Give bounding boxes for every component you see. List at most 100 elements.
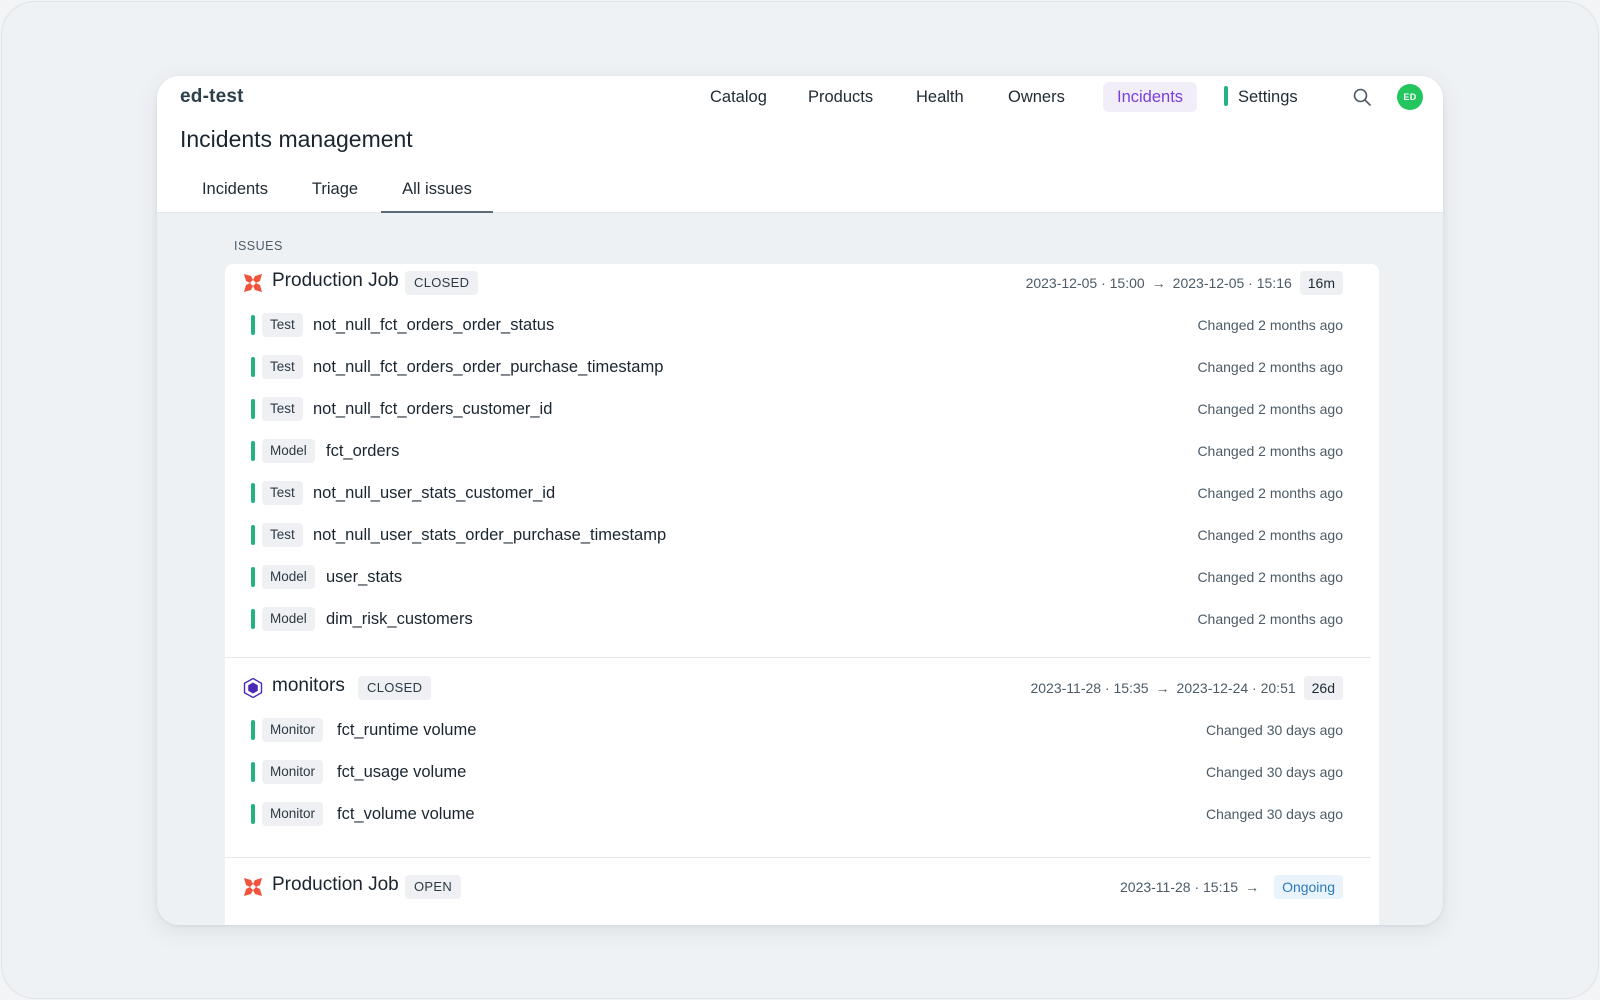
page-tabs: Incidents Triage All issues <box>157 173 1443 213</box>
changed-time: Changed 2 months ago <box>1197 611 1343 627</box>
settings-status-bar <box>1224 86 1228 107</box>
issue-group-name: Production Job <box>272 874 399 895</box>
nav-item-owners[interactable]: Owners <box>994 82 1079 112</box>
group-divider <box>225 857 1371 858</box>
asset-type-badge: Model <box>262 565 315 589</box>
status-bar <box>251 525 255 545</box>
list-item[interactable]: Test not_null_user_stats_order_purchase_t… <box>225 514 1379 556</box>
list-item[interactable]: Model user_stats Changed 2 months ago <box>225 556 1379 598</box>
production-job-icon <box>244 878 262 896</box>
list-item[interactable]: Test not_null_fct_orders_order_purchase_t… <box>225 346 1379 388</box>
list-item[interactable]: Monitor fct_runtime volume Changed 30 days… <box>225 709 1379 751</box>
asset-type-badge: Model <box>262 607 315 631</box>
status-bar <box>251 762 255 782</box>
asset-type-badge: Test <box>262 397 303 421</box>
changed-time: Changed 2 months ago <box>1197 527 1343 543</box>
changed-time: Changed 2 months ago <box>1197 359 1343 375</box>
asset-name: not_null_fct_orders_order_purchase_times… <box>313 358 664 376</box>
duration-badge: 26d <box>1303 676 1343 700</box>
changed-time: Changed 2 months ago <box>1197 569 1343 585</box>
status-badge: CLOSED <box>405 271 479 295</box>
asset-type-badge: Monitor <box>262 802 324 826</box>
changed-time: Changed 30 days ago <box>1206 806 1343 822</box>
list-item[interactable]: Model dim_risk_customers Changed 2 months … <box>225 598 1379 640</box>
asset-type-badge: Test <box>262 355 303 379</box>
status-badge: CLOSED <box>358 676 432 700</box>
asset-name: user_stats <box>326 568 403 586</box>
list-item[interactable]: Test not_null_user_stats_customer_id Chang… <box>225 472 1379 514</box>
issue-group-header[interactable]: Production Job OPEN 2023-11-28 · 15:15 → O… <box>225 868 1379 906</box>
asset-type-badge: Monitor <box>262 718 324 742</box>
asset-name: dim_risk_customers <box>326 610 473 628</box>
list-item[interactable]: Test not_null_fct_orders_order_status Chan… <box>225 304 1379 346</box>
asset-name: fct_runtime volume <box>337 721 477 739</box>
changed-time: Changed 2 months ago <box>1197 401 1343 417</box>
issue-start-time: 2023-12-05 · 15:00 <box>1025 275 1145 291</box>
changed-time: Changed 30 days ago <box>1206 764 1343 780</box>
asset-name: fct_usage volume <box>337 763 467 781</box>
duration-badge: 16m <box>1299 271 1343 295</box>
asset-type-badge: Model <box>262 439 315 463</box>
status-bar <box>251 483 255 503</box>
asset-name: not_null_fct_orders_customer_id <box>313 400 553 418</box>
asset-type-badge: Test <box>262 523 303 547</box>
asset-type-badge: Test <box>262 481 303 505</box>
production-job-icon <box>244 274 262 292</box>
tab-triage[interactable]: Triage <box>291 173 379 213</box>
issue-group-header[interactable]: monitors CLOSED 2023-11-28 · 15:35 → 2023-… <box>225 669 1379 707</box>
group-divider <box>225 657 1371 658</box>
asset-type-badge: Test <box>262 313 303 337</box>
tab-incidents[interactable]: Incidents <box>179 173 291 213</box>
changed-time: Changed 2 months ago <box>1197 443 1343 459</box>
ongoing-badge: Ongoing <box>1274 875 1343 899</box>
status-badge: OPEN <box>405 875 462 899</box>
top-nav: Catalog Products Health Owners Incidents… <box>157 82 1443 112</box>
issue-time-range: 2023-11-28 · 15:15 → Ongoing <box>1120 875 1343 899</box>
status-bar <box>251 609 255 629</box>
issue-group-name: monitors <box>272 675 345 696</box>
arrow-right-icon: → <box>1151 275 1166 291</box>
section-label: ISSUES <box>234 239 283 253</box>
list-item[interactable]: Test not_null_fct_orders_customer_id Chang… <box>225 388 1379 430</box>
changed-time: Changed 2 months ago <box>1197 317 1343 333</box>
asset-name: not_null_fct_orders_order_status <box>313 316 555 334</box>
issue-group-header[interactable]: Production Job CLOSED 2023-12-05 · 15:00… <box>225 264 1379 302</box>
asset-type-badge: Monitor <box>262 760 324 784</box>
asset-name: fct_volume volume <box>337 805 475 823</box>
nav-item-settings[interactable]: Settings <box>1210 82 1312 112</box>
nav-item-products[interactable]: Products <box>794 82 887 112</box>
status-bar <box>251 441 255 461</box>
status-bar <box>251 720 255 740</box>
issue-time-range: 2023-12-05 · 15:00 → 2023-12-05 · 15:16 16m <box>1026 271 1343 295</box>
status-bar <box>251 804 255 824</box>
asset-name: not_null_user_stats_order_purchase_times… <box>313 526 667 544</box>
monitor-hexagon-icon <box>243 677 263 699</box>
search-icon[interactable] <box>1352 87 1372 107</box>
changed-time: Changed 2 months ago <box>1197 485 1343 501</box>
issue-start-time: 2023-11-28 · 15:15 <box>1120 879 1239 895</box>
list-item[interactable]: Monitor fct_usage volume Changed 30 days a… <box>225 751 1379 793</box>
nav-item-catalog[interactable]: Catalog <box>696 82 781 112</box>
nav-item-health[interactable]: Health <box>902 82 978 112</box>
asset-name: fct_orders <box>326 442 400 460</box>
status-bar <box>251 357 255 377</box>
changed-time: Changed 30 days ago <box>1206 722 1343 738</box>
tab-all-issues[interactable]: All issues <box>381 173 493 213</box>
user-avatar[interactable]: ED <box>1397 84 1423 110</box>
status-bar <box>251 315 255 335</box>
status-bar <box>251 399 255 419</box>
list-item[interactable]: Model fct_orders Changed 2 months ago <box>225 430 1379 472</box>
issues-list: Production Job CLOSED 2023-12-05 · 15:00… <box>225 264 1379 925</box>
issue-start-time: 2023-11-28 · 15:35 <box>1030 680 1149 696</box>
list-item[interactable]: Monitor fct_volume volume Changed 30 days … <box>225 793 1379 835</box>
issue-end-time: 2023-12-05 · 15:16 <box>1172 275 1292 291</box>
arrow-right-icon: → <box>1245 879 1260 895</box>
status-bar <box>251 567 255 587</box>
arrow-right-icon: → <box>1155 680 1170 696</box>
issue-end-time: 2023-12-24 · 20:51 <box>1176 680 1296 696</box>
issue-group-name: Production Job <box>272 270 399 291</box>
nav-item-incidents[interactable]: Incidents <box>1103 82 1197 112</box>
nav-item-settings-label: Settings <box>1238 88 1298 106</box>
app-header: ed-test Catalog Products Health Owners I… <box>157 76 1443 213</box>
app-window: ed-test Catalog Products Health Owners I… <box>157 76 1443 925</box>
